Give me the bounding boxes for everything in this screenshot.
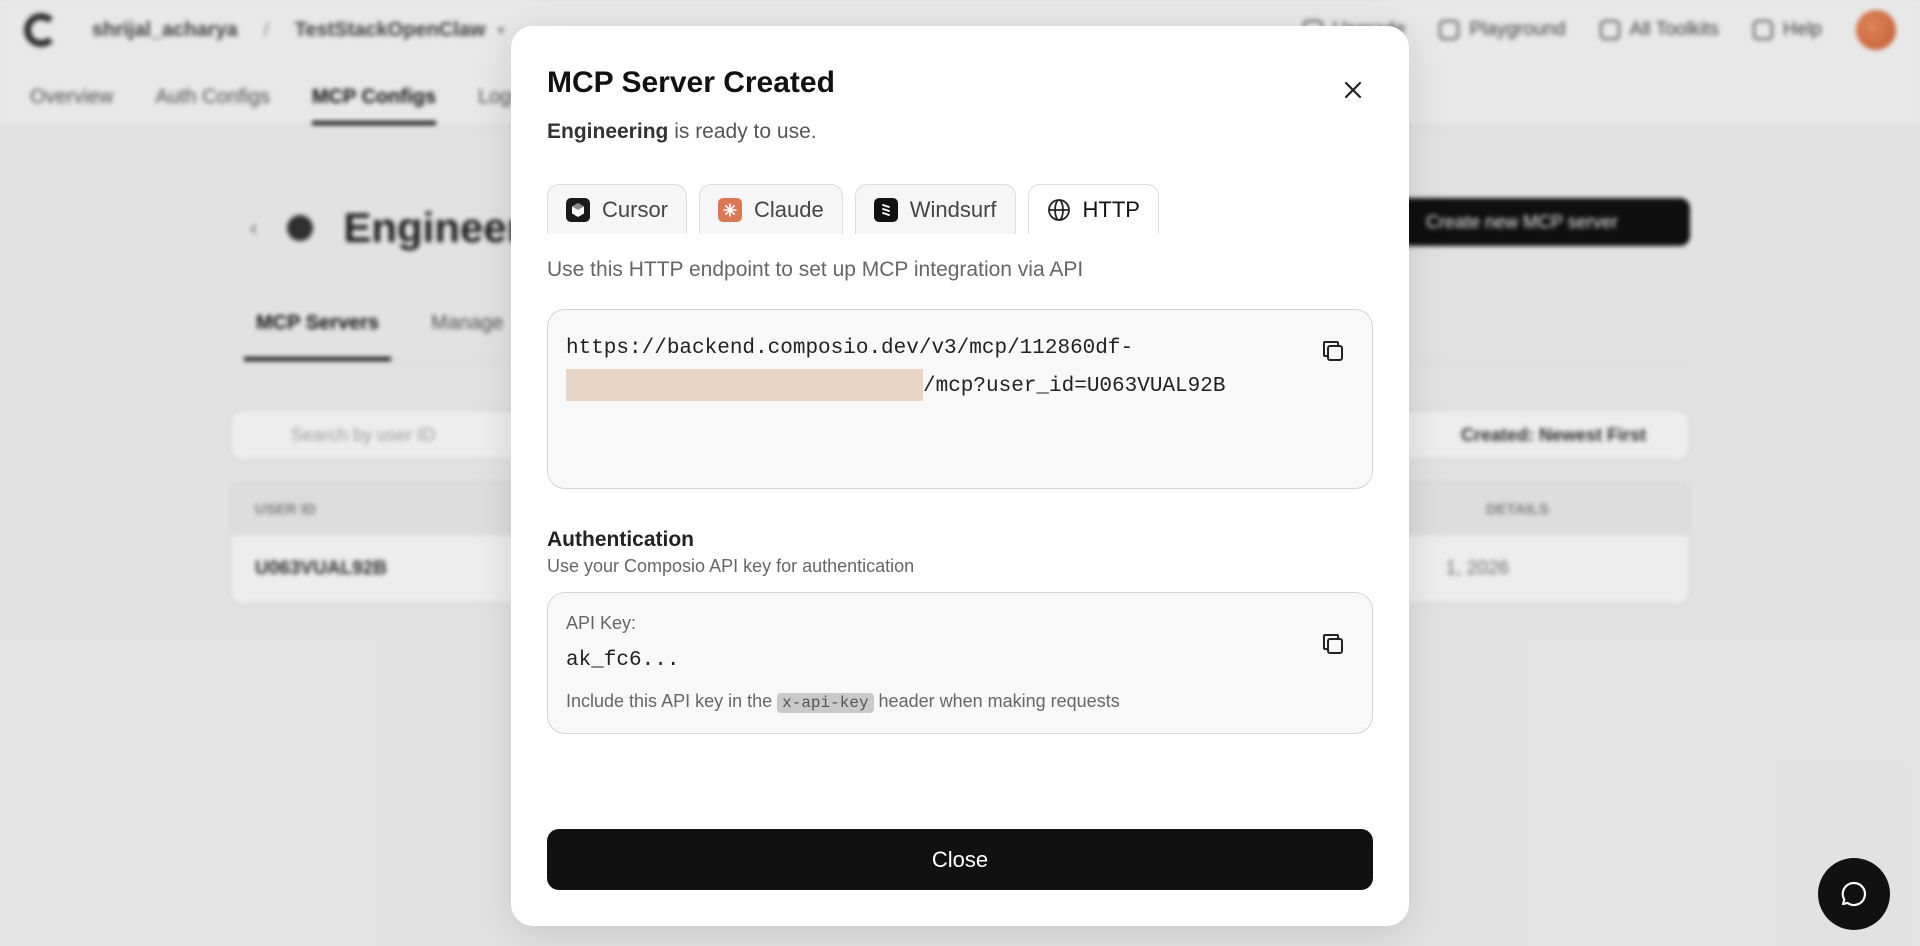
globe-icon [1047,198,1071,222]
header-name-code: x-api-key [777,693,874,713]
chat-button[interactable] [1818,858,1890,930]
redacted-segment [566,369,720,402]
windsurf-logo-icon [873,197,898,222]
api-key-box: API Key: ak_fc6... Include this API key … [547,592,1373,734]
api-key-label: API Key: [566,613,637,633]
dialog-title: MCP Server Created [547,66,835,99]
chat-bubble-icon [1841,881,1867,907]
dialog-subtitle: Engineering is ready to use. [547,120,817,144]
client-tabs: Cursor Claude Windsurf HTTP [547,184,1159,234]
close-button[interactable]: Close [547,829,1373,890]
endpoint-url[interactable]: https://backend.composio.dev/v3/mcp/1128… [566,330,1286,406]
tab-label: Windsurf [909,196,997,222]
cursor-logo-icon [566,197,590,222]
subtitle-suffix: is ready to use. [668,120,817,143]
copy-icon[interactable] [1318,629,1348,659]
copy-icon[interactable] [1318,336,1348,366]
tab-label: Cursor [602,196,669,222]
mcp-server-created-dialog: MCP Server Created Engineering is ready … [511,26,1409,926]
tab-label: Claude [754,196,824,222]
api-key-note: Include this API key in the x-api-key he… [566,691,1120,713]
http-description: Use this HTTP endpoint to set up MCP int… [547,258,1084,281]
tab-http[interactable]: HTTP [1027,184,1159,234]
close-icon[interactable] [1337,74,1369,106]
endpoint-url-box: https://backend.composio.dev/v3/mcp/1128… [547,309,1373,489]
tab-label: HTTP [1082,196,1140,222]
api-key-value[interactable]: ak_fc6... [566,649,679,672]
auth-heading: Authentication [547,528,694,551]
tab-cursor[interactable]: Cursor [547,184,688,234]
server-name: Engineering [547,120,669,143]
claude-logo-icon [718,197,743,222]
tab-windsurf[interactable]: Windsurf [854,184,1016,234]
tab-claude[interactable]: Claude [699,184,843,234]
redacted-segment [720,369,923,402]
auth-subtitle: Use your Composio API key for authentica… [547,556,915,576]
